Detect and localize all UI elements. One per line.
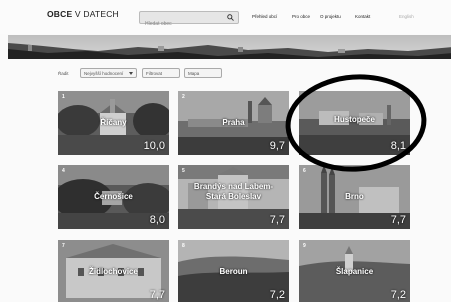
card-title: Beroun — [219, 267, 248, 276]
card-title: Černošice — [94, 192, 133, 201]
filter-button[interactable]: Filtrovat — [142, 68, 180, 78]
municipality-card[interactable]: 4 Černošice 8,0 — [58, 165, 169, 229]
card-score: 8,1 — [390, 140, 406, 152]
hero-banner-image — [8, 35, 451, 59]
card-rank: 4 — [62, 168, 65, 174]
card-rank: 3 — [303, 94, 306, 100]
card-rank: 5 — [182, 168, 185, 174]
nav-link-municipalities[interactable]: Pro obce — [292, 14, 310, 19]
nav-link-about[interactable]: O projektu — [320, 14, 341, 19]
card-score: 7,2 — [390, 289, 406, 301]
card-title-line-2: Stará Boleslav — [205, 191, 262, 201]
language-switch[interactable]: English — [399, 14, 414, 19]
card-title: Židlochovice — [89, 267, 138, 276]
card-rank: 6 — [303, 168, 306, 174]
municipality-card[interactable]: 7 Židlochovice 7,7 — [58, 240, 169, 302]
site-logo[interactable]: OBCE V DATECH — [47, 9, 119, 19]
card-score: 7,2 — [269, 289, 285, 301]
card-rank: 7 — [62, 243, 65, 249]
card-title-line-1: Brandýs nad Labem- — [193, 182, 274, 191]
search-box[interactable] — [139, 11, 239, 30]
card-rank: 2 — [182, 94, 185, 100]
card-title: Šlapanice — [335, 267, 374, 276]
municipality-card[interactable]: 5 Brandýs nad Labem- Stará Boleslav 7,7 — [178, 165, 289, 229]
card-rank: 9 — [303, 243, 306, 249]
map-button[interactable]: Mapa — [184, 68, 222, 78]
logo-text-bold: OBCE — [47, 9, 73, 19]
municipality-card[interactable]: 8 Beroun 7,2 — [178, 240, 289, 302]
nav-link-contact[interactable]: Kontakt — [355, 14, 370, 19]
sort-label: Řadit — [58, 71, 69, 76]
municipality-card[interactable]: 6 Brno 7,7 — [299, 165, 410, 229]
card-title: Říčany — [100, 118, 127, 127]
sort-select-value: Nejvyšší hodnocení — [84, 71, 124, 76]
municipality-card[interactable]: 1 Říčany 10,0 — [58, 91, 169, 155]
sort-select[interactable]: Nejvyšší hodnocení — [80, 68, 137, 78]
municipality-card[interactable]: 3 Hustopeče 8,1 — [299, 91, 410, 155]
card-title: Hustopeče — [334, 115, 375, 124]
search-icon[interactable] — [227, 14, 234, 21]
card-rank: 1 — [62, 94, 65, 100]
nav-link-overview[interactable]: Přehled obcí — [252, 14, 277, 19]
card-score: 8,0 — [149, 214, 165, 226]
card-score: 7,7 — [269, 214, 285, 226]
map-button-label: Mapa — [188, 71, 200, 76]
municipality-card[interactable]: 9 Šlapanice 7,2 — [299, 240, 410, 302]
card-title: Brno — [345, 192, 364, 201]
card-title: Brandýs nad Labem- Stará Boleslav — [178, 182, 289, 201]
card-score: 7,7 — [390, 214, 406, 226]
card-title: Praha — [222, 118, 245, 127]
municipality-card[interactable]: 2 Praha 9,7 — [178, 91, 289, 155]
site-header: OBCE V DATECH Přehled obcí Pro obce O pr… — [0, 0, 451, 34]
card-score: 9,7 — [269, 140, 285, 152]
card-rank: 8 — [182, 243, 185, 249]
logo-text-thin: V DATECH — [74, 9, 119, 19]
card-score: 7,7 — [149, 289, 165, 301]
search-input[interactable] — [140, 18, 220, 30]
chevron-down-icon — [129, 72, 133, 75]
card-score: 10,0 — [143, 140, 165, 152]
filter-button-label: Filtrovat — [146, 71, 163, 76]
